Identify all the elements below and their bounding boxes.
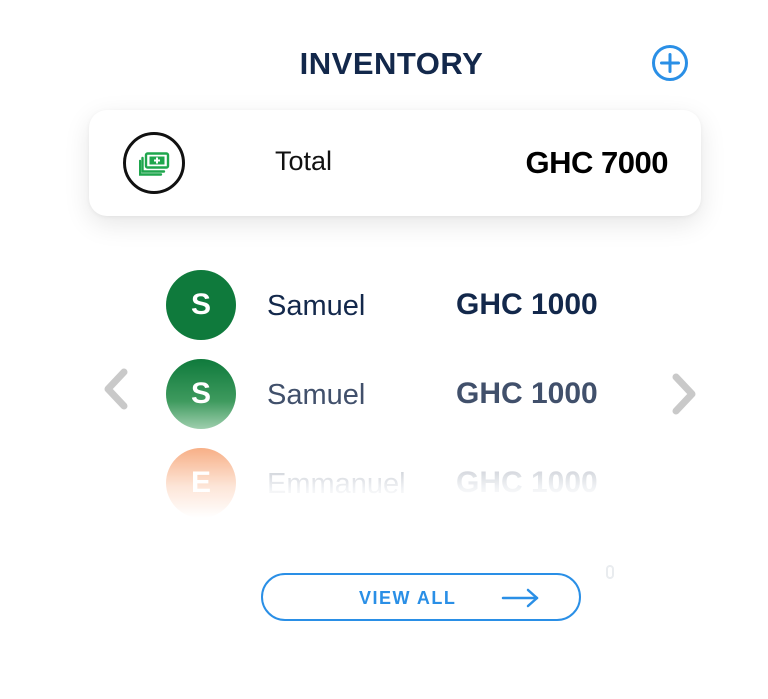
view-all-button[interactable]: VIEW ALL	[261, 573, 581, 621]
add-button[interactable]	[651, 44, 689, 82]
avatar: S	[166, 270, 236, 340]
previous-button[interactable]	[100, 367, 130, 416]
arrow-right-icon	[501, 588, 539, 608]
list-item[interactable]: S Samuel GHC 1000	[166, 270, 636, 340]
faded-glyph	[606, 565, 614, 579]
item-name: Emmanuel	[267, 468, 406, 500]
total-amount: GHC 7000	[525, 145, 669, 180]
money-icon	[139, 152, 170, 176]
total-card: Total GHC 7000	[89, 110, 701, 216]
item-name: Samuel	[267, 379, 366, 411]
list-item[interactable]: E Emmanuel GHC 1000	[166, 448, 636, 518]
avatar: S	[166, 359, 236, 429]
item-amount: GHC 1000	[456, 288, 598, 321]
item-amount: GHC 1000	[456, 377, 598, 410]
item-amount: GHC 1000	[456, 466, 598, 499]
list-item[interactable]: S Samuel GHC 1000	[166, 359, 636, 429]
view-all-label: VIEW ALL	[359, 588, 457, 608]
chevron-left-icon	[104, 368, 128, 410]
next-button[interactable]	[670, 372, 700, 421]
item-name: Samuel	[267, 290, 366, 322]
money-icon-badge	[123, 132, 185, 194]
plus-circle-icon	[652, 45, 688, 81]
chevron-right-icon	[672, 373, 696, 415]
total-label: Total	[275, 146, 333, 176]
avatar: E	[166, 448, 236, 518]
